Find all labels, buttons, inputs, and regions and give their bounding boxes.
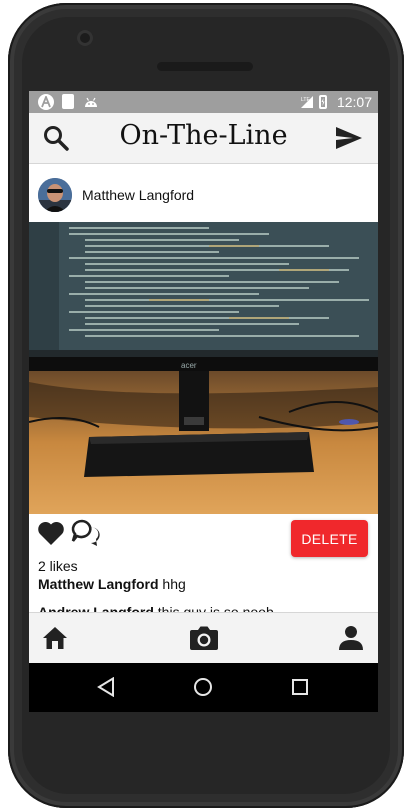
post-actions: DELETE xyxy=(29,514,378,560)
lte-signal-icon: LTE xyxy=(300,96,313,108)
phone-screen: LTE 12:07 On-The-Line Matthew Langford a… xyxy=(29,91,378,712)
heart-icon[interactable] xyxy=(37,520,65,546)
avatar[interactable] xyxy=(38,178,72,212)
recent-apps-icon[interactable] xyxy=(291,678,309,696)
status-right: LTE 12:07 xyxy=(300,91,372,113)
back-icon[interactable] xyxy=(96,677,116,697)
post-author-name[interactable]: Matthew Langford xyxy=(82,187,194,203)
system-navigation-bar xyxy=(29,663,378,712)
post-caption: Matthew Langford hhg xyxy=(38,576,186,592)
battery-icon xyxy=(318,95,327,109)
post-header: Matthew Langford xyxy=(29,164,378,222)
caption-author[interactable]: Matthew Langford xyxy=(38,576,159,592)
front-camera-icon xyxy=(77,30,93,46)
app-title: On-The-Line xyxy=(119,120,288,151)
status-bar: LTE 12:07 xyxy=(29,91,378,113)
comment-icon[interactable] xyxy=(71,519,101,547)
device-frame: LTE 12:07 On-The-Line Matthew Langford a… xyxy=(0,0,411,810)
post-photo: acer xyxy=(29,222,378,514)
svg-text:acer: acer xyxy=(181,361,197,370)
android-debug-icon xyxy=(84,94,98,110)
app-bar: On-The-Line xyxy=(29,113,378,164)
home-icon[interactable] xyxy=(42,625,68,651)
bottom-nav xyxy=(29,612,378,664)
profile-icon[interactable] xyxy=(338,625,364,651)
earpiece xyxy=(157,62,253,71)
sd-card-icon xyxy=(62,94,74,109)
caption-text: hhg xyxy=(158,576,186,592)
likes-count[interactable]: 2 likes xyxy=(38,558,78,574)
svg-text:LTE: LTE xyxy=(301,97,310,103)
camera-icon[interactable] xyxy=(189,625,219,651)
app-a-icon xyxy=(38,94,54,110)
system-home-icon[interactable] xyxy=(193,677,213,697)
delete-button[interactable]: DELETE xyxy=(291,520,368,557)
status-time: 12:07 xyxy=(336,94,372,110)
send-icon[interactable] xyxy=(334,123,364,153)
